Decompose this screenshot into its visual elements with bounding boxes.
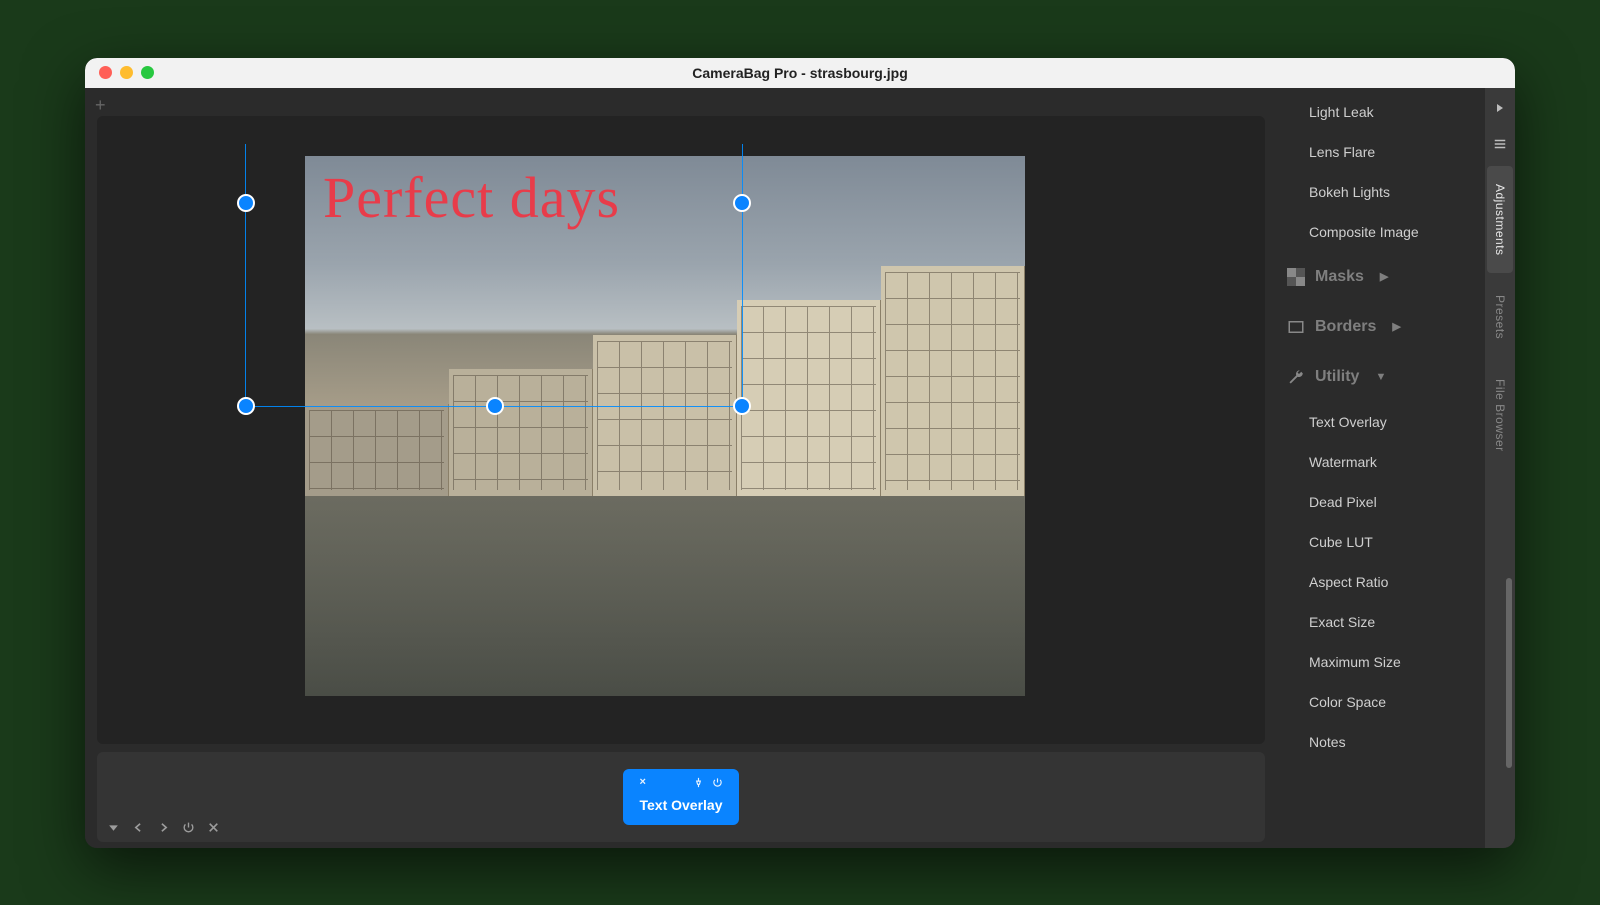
side-item-maximum-size[interactable]: Maximum Size [1273,642,1485,682]
tile-close-icon[interactable]: × [639,777,645,791]
chevron-right-icon: ▶ [1380,270,1388,283]
handle-left-mid[interactable] [237,194,255,212]
tile-label: Text Overlay [639,797,722,813]
adjustments-panel: Light Leak Lens Flare Bokeh Lights Compo… [1273,88,1485,848]
section-utility[interactable]: Utility ▼ [1273,352,1485,402]
side-item-exact-size[interactable]: Exact Size [1273,602,1485,642]
section-label: Masks [1315,268,1364,286]
handle-bottom-left[interactable] [237,397,255,415]
tab-adjustments[interactable]: Adjustments [1487,166,1513,274]
menu-icon[interactable] [1492,129,1508,162]
tray-prev-icon[interactable] [132,821,145,834]
right-tabstrip: Adjustments Presets File Browser [1485,88,1515,848]
tray-power-icon[interactable] [182,821,195,834]
side-item-composite-image[interactable]: Composite Image [1273,212,1485,252]
expand-icon[interactable] [1494,94,1506,125]
chevron-down-icon: ▼ [1375,371,1386,383]
tray-close-icon[interactable] [207,821,220,834]
wrench-icon [1287,368,1305,386]
checker-icon [1287,268,1305,286]
text-overlay-content[interactable]: Perfect days [323,164,620,231]
canvas[interactable]: Perfect days [97,116,1265,744]
side-item-lens-flare[interactable]: Lens Flare [1273,132,1485,172]
tile-pin-icon[interactable] [693,777,704,791]
rectangle-icon [1287,318,1305,336]
handle-bottom-right[interactable] [733,397,751,415]
tray-collapse-icon[interactable] [107,821,120,834]
filter-tray: × Text Overlay [97,752,1265,842]
main-column: + Perfect days [85,88,1273,848]
handle-right-mid[interactable] [733,194,751,212]
minimize-window-button[interactable] [120,66,133,79]
tray-next-icon[interactable] [157,821,170,834]
app-body: + Perfect days [85,88,1515,848]
photo-buildings [305,266,1025,496]
tile-power-icon[interactable] [712,777,723,791]
side-item-notes[interactable]: Notes [1273,722,1485,762]
side-item-aspect-ratio[interactable]: Aspect Ratio [1273,562,1485,602]
new-tab-button[interactable]: + [95,96,106,114]
scrollbar-thumb[interactable] [1506,578,1512,768]
app-window: CameraBag Pro - strasbourg.jpg + Perfect… [85,58,1515,848]
titlebar: CameraBag Pro - strasbourg.jpg [85,58,1515,88]
fullscreen-window-button[interactable] [141,66,154,79]
side-item-color-space[interactable]: Color Space [1273,682,1485,722]
section-borders[interactable]: Borders ▶ [1273,302,1485,352]
tab-file-browser[interactable]: File Browser [1493,361,1507,470]
side-item-bokeh-lights[interactable]: Bokeh Lights [1273,172,1485,212]
side-item-cube-lut[interactable]: Cube LUT [1273,522,1485,562]
handle-bottom-mid[interactable] [486,397,504,415]
section-label: Utility [1315,368,1359,386]
chevron-right-icon: ▶ [1392,320,1400,333]
section-masks[interactable]: Masks ▶ [1273,252,1485,302]
filter-tile-text-overlay[interactable]: × Text Overlay [623,769,738,825]
close-window-button[interactable] [99,66,112,79]
tab-presets[interactable]: Presets [1493,277,1507,357]
photo-river [305,496,1025,696]
side-item-light-leak[interactable]: Light Leak [1273,92,1485,132]
traffic-lights [99,66,154,79]
desktop: CameraBag Pro - strasbourg.jpg + Perfect… [0,0,1600,905]
side-item-text-overlay[interactable]: Text Overlay [1273,402,1485,442]
window-title: CameraBag Pro - strasbourg.jpg [85,65,1515,81]
tray-controls [107,821,220,834]
photo-preview: Perfect days [305,156,1025,696]
side-item-watermark[interactable]: Watermark [1273,442,1485,482]
side-item-dead-pixel[interactable]: Dead Pixel [1273,482,1485,522]
section-label: Borders [1315,318,1376,336]
